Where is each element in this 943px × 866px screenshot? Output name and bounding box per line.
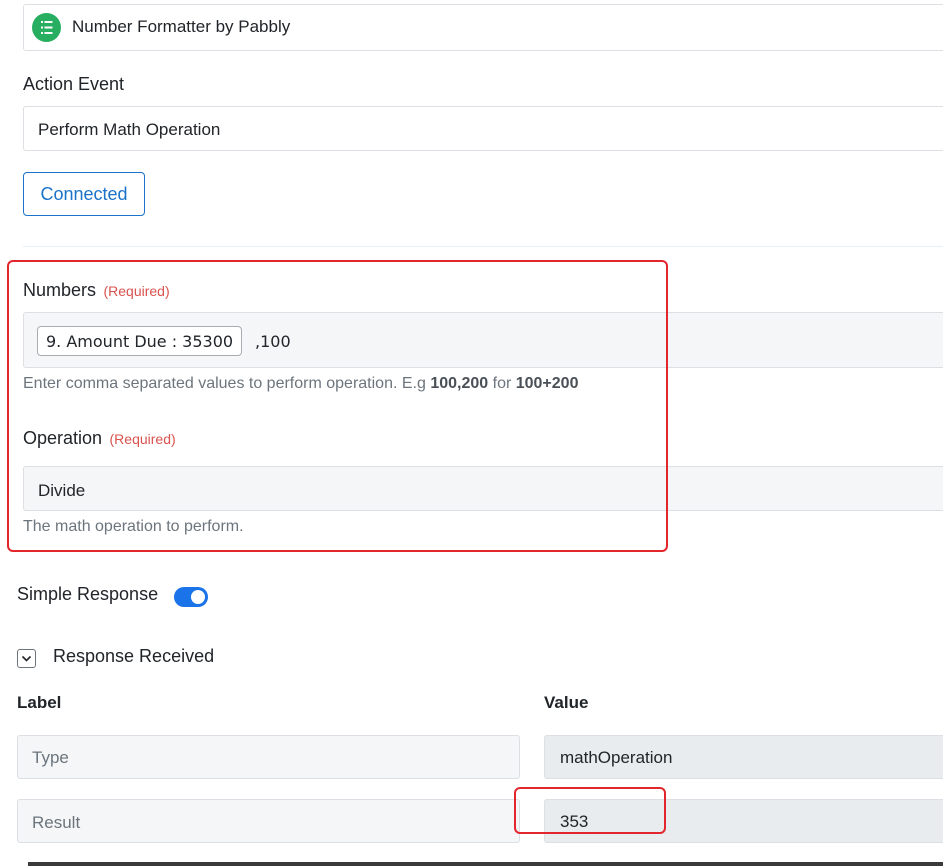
numbers-label: Numbers [23, 280, 97, 300]
response-value-text: mathOperation [560, 748, 673, 767]
operation-label: Operation [23, 428, 103, 448]
chevron-down-icon [21, 655, 32, 662]
connected-button-label: Connected [40, 183, 128, 204]
response-label-field[interactable]: Type [17, 735, 520, 779]
value-column-header: Value [544, 693, 589, 712]
label-column-header: Label [17, 693, 62, 712]
response-label-text: Type [32, 748, 69, 767]
response-value-text: 353 [560, 812, 589, 831]
response-value-field[interactable]: 353 [544, 799, 943, 843]
numbers-token-text: 9. Amount Due : 35300 [46, 331, 234, 351]
response-title: Response Received [53, 646, 215, 666]
numbers-label-row: Numbers (Required) [23, 280, 170, 301]
operation-help: The math operation to perform. [23, 518, 244, 535]
operation-select[interactable]: Divide [23, 466, 943, 511]
numbers-suffix: ,100 [255, 332, 291, 351]
list-number-icon [32, 13, 61, 42]
app-name: Number Formatter by Pabbly [72, 17, 291, 36]
connected-button[interactable]: Connected [23, 172, 145, 216]
simple-response-label: Simple Response [17, 584, 159, 604]
operation-label-row: Operation (Required) [23, 428, 176, 449]
action-event-select[interactable]: Perform Math Operation [23, 106, 943, 151]
section-divider [23, 246, 943, 247]
window-bottom-edge [28, 862, 943, 866]
response-label-text: Result [32, 813, 81, 832]
operation-required: (Required) [109, 431, 176, 447]
operation-value: Divide [38, 481, 86, 500]
action-event-label: Action Event [23, 74, 125, 94]
simple-response-toggle[interactable] [174, 587, 208, 607]
toggle-knob [191, 590, 205, 604]
numbers-input[interactable]: 9. Amount Due : 35300 ,100 [23, 312, 943, 368]
numbers-token[interactable]: 9. Amount Due : 35300 [37, 326, 243, 356]
response-value-field[interactable]: mathOperation [544, 735, 943, 779]
action-event-value: Perform Math Operation [38, 120, 221, 139]
app-selector[interactable]: Number Formatter by Pabbly [23, 4, 943, 51]
response-label-field[interactable]: Result [17, 799, 520, 843]
numbers-required: (Required) [103, 283, 170, 299]
numbers-help: Enter comma separated values to perform … [23, 375, 579, 392]
response-collapse-toggle[interactable] [17, 649, 36, 668]
